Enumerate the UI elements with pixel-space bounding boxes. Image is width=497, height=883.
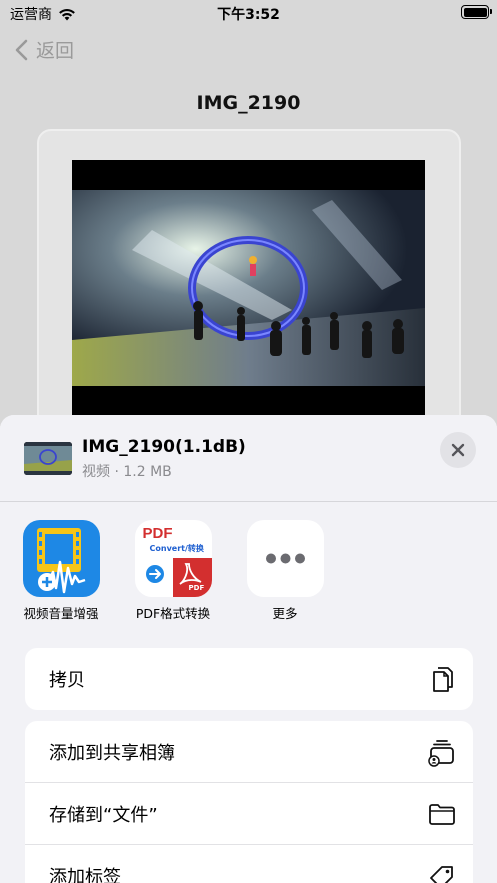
app-more[interactable]: 更多: [230, 520, 340, 622]
status-bar: 运营商 下午3:52: [0, 0, 497, 26]
chevron-left-icon: [15, 39, 28, 60]
back-label: 返回: [36, 40, 75, 62]
share-sheet: IMG_2190(1.1dB) 视频 · 1.2 MB 视频音量增强 PDF C…: [0, 415, 497, 883]
video-preview-card[interactable]: [37, 129, 461, 459]
pdf-icon-badge: PDF: [188, 584, 205, 592]
share-sheet-header: IMG_2190(1.1dB) 视频 · 1.2 MB: [0, 415, 497, 502]
video-volume-boost-icon: [22, 520, 100, 597]
action-label: 存储到“文件”: [49, 804, 158, 826]
video-thumbnail: [72, 190, 425, 386]
back-button[interactable]: 返回: [14, 36, 74, 63]
app-pdf-convert[interactable]: PDF Convert/转换 PDF PDF格式转换: [118, 520, 228, 622]
action-label: 添加标签: [49, 867, 121, 883]
action-group-more: 添加到共享相簿 存储到“文件” 添加标签: [25, 721, 473, 883]
close-icon: [451, 443, 465, 457]
app-label: PDF格式转换: [135, 606, 211, 621]
action-add-tags[interactable]: 添加标签: [25, 845, 473, 883]
shared-album-icon: [428, 740, 454, 767]
action-save-to-files[interactable]: 存储到“文件”: [25, 783, 473, 845]
app-label: 视频音量增强: [23, 606, 99, 621]
pdf-convert-icon: PDF Convert/转换 PDF: [134, 520, 212, 597]
more-icon: [246, 520, 324, 597]
action-label: 添加到共享相簿: [49, 742, 175, 764]
app-row: 视频音量增强 PDF Convert/转换 PDF PDF格式转换 更多: [0, 520, 497, 630]
action-add-shared-album[interactable]: 添加到共享相簿: [25, 721, 473, 783]
action-label: 拷贝: [49, 670, 85, 691]
status-time: 下午3:52: [217, 7, 280, 23]
action-copy[interactable]: 拷贝: [25, 648, 473, 710]
close-button[interactable]: [440, 432, 476, 468]
battery-icon: [461, 5, 492, 19]
video-frame[interactable]: [72, 160, 425, 415]
copy-icon: [433, 667, 453, 692]
tag-icon: [430, 866, 453, 883]
file-meta: 视频 · 1.2 MB: [82, 464, 172, 480]
file-name: IMG_2190(1.1dB): [82, 437, 246, 457]
app-video-volume-boost[interactable]: 视频音量增强: [6, 520, 116, 622]
folder-icon: [429, 804, 455, 825]
page-title: IMG_2190: [196, 92, 301, 114]
file-thumbnail: [24, 442, 72, 475]
action-group-copy: 拷贝: [25, 648, 473, 710]
app-label: 更多: [272, 606, 298, 621]
